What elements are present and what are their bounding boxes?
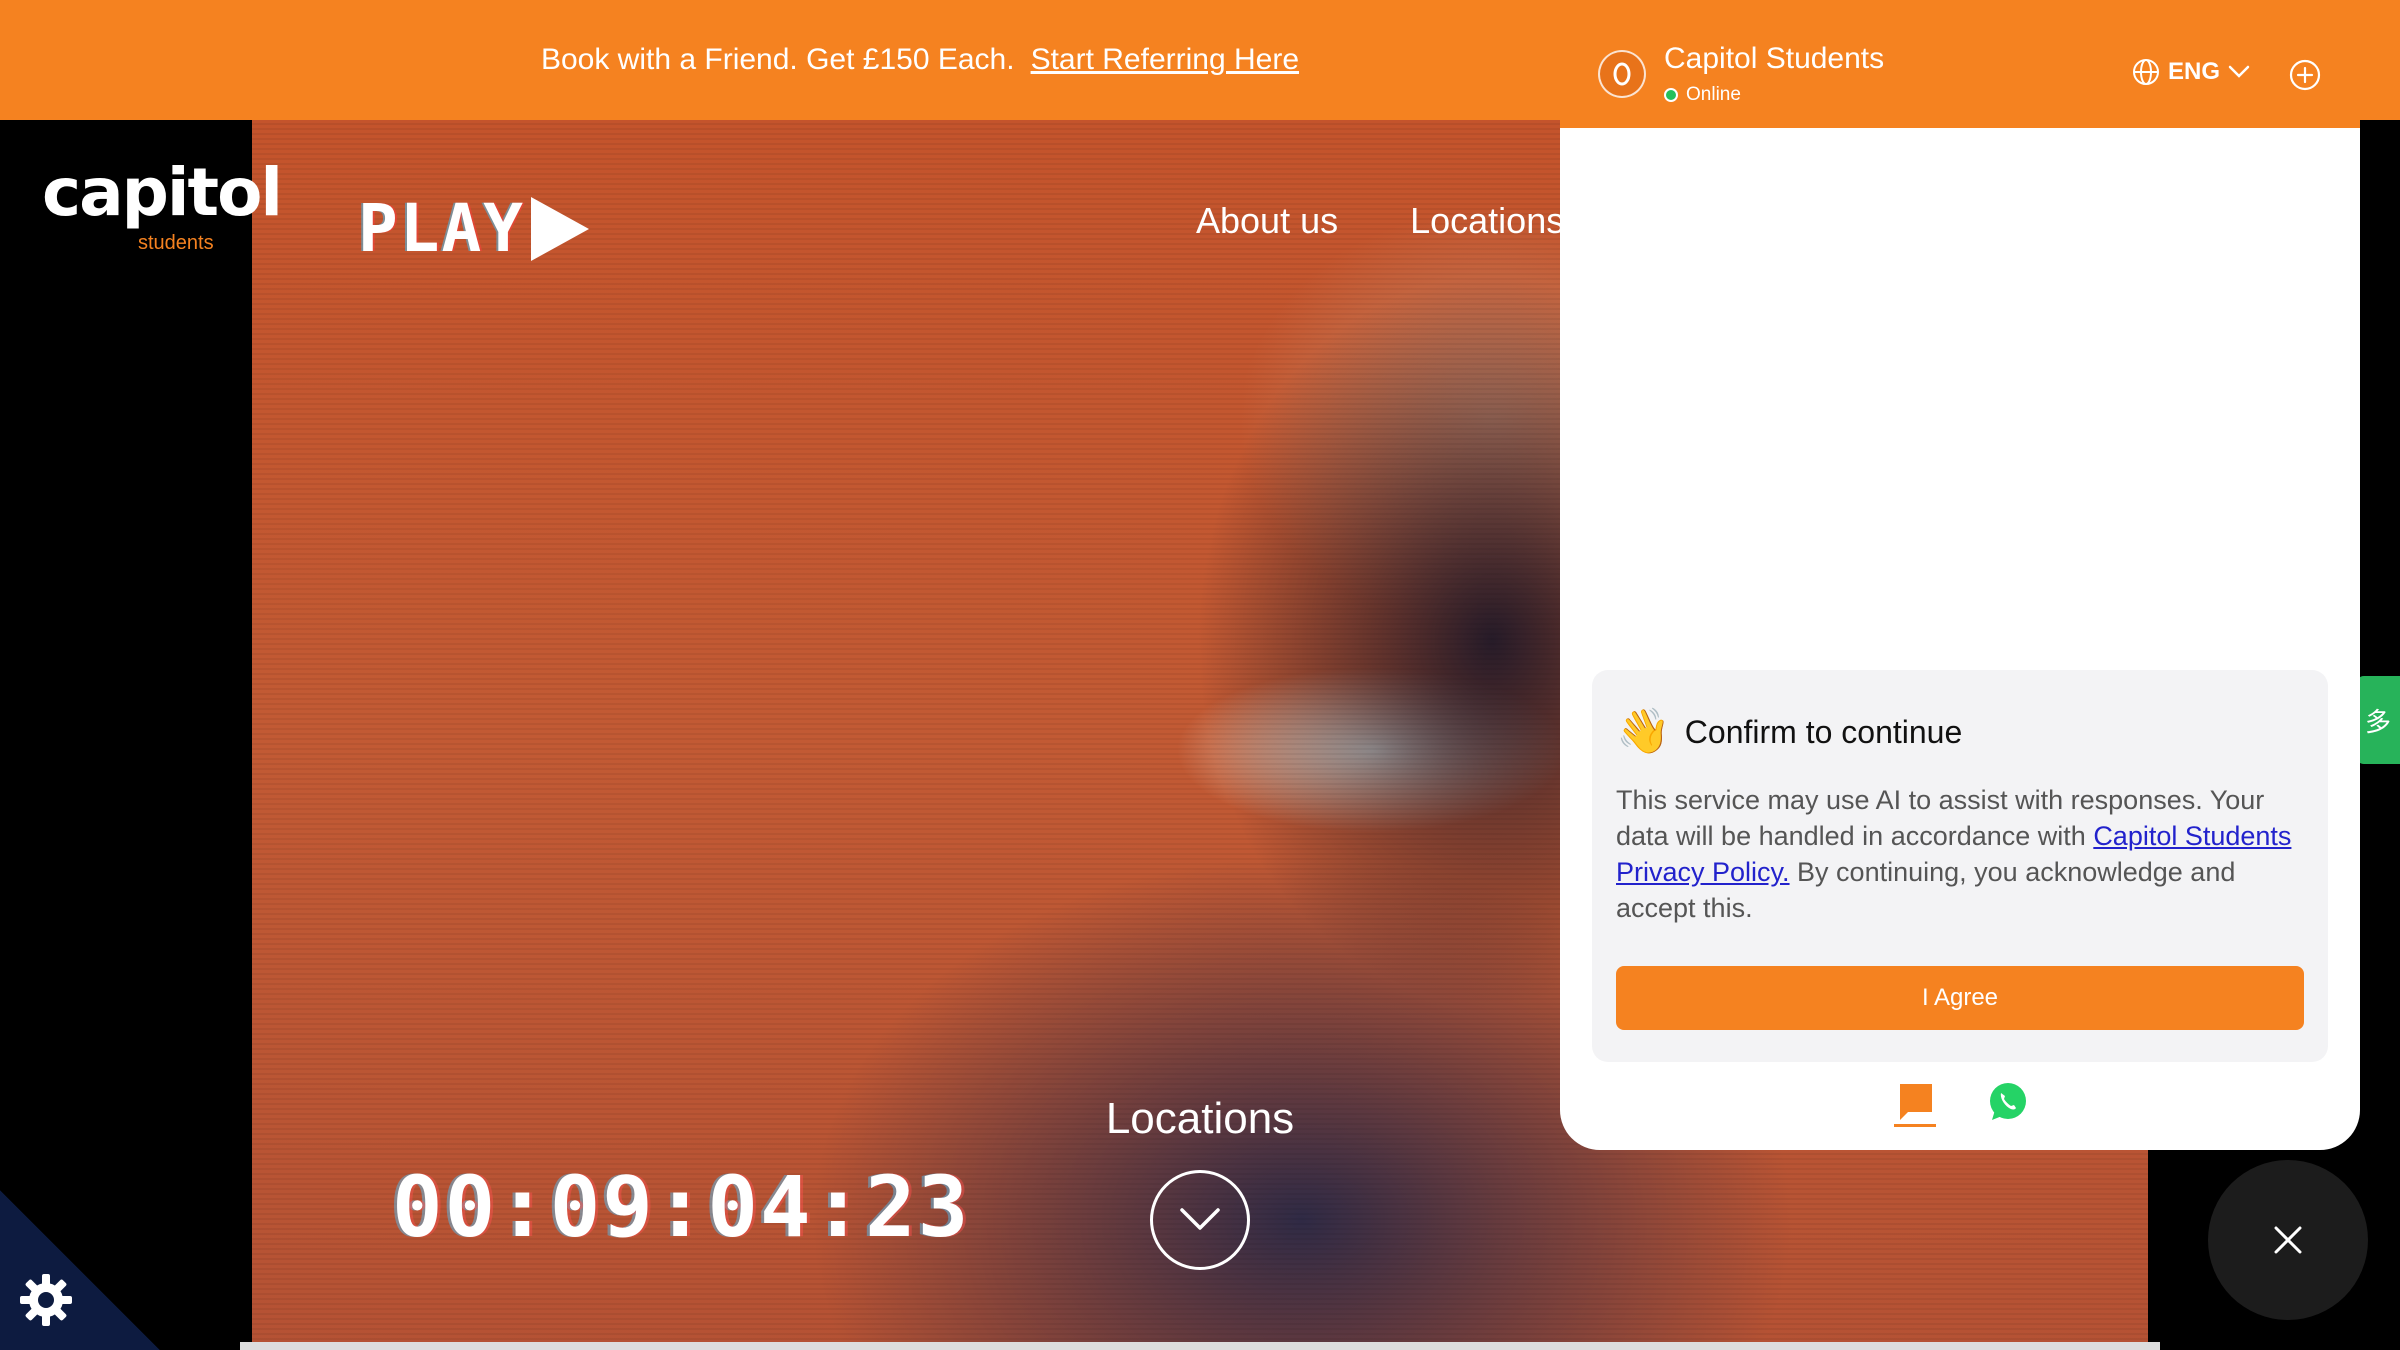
- locations-cta-label: Locations: [1105, 1094, 1295, 1143]
- whatsapp-icon[interactable]: [1986, 1080, 2030, 1124]
- chat-status-label: Online: [1686, 84, 1741, 105]
- video-progress-track: [240, 1342, 2160, 1350]
- logo-subtext: students: [138, 232, 214, 254]
- chat-title: Capitol Students: [1664, 42, 1885, 75]
- chat-close-button[interactable]: [2208, 1160, 2368, 1320]
- gear-icon[interactable]: c: [18, 1272, 74, 1328]
- plus-circle-icon[interactable]: [2288, 58, 2322, 92]
- active-tab-indicator: [1894, 1124, 1936, 1127]
- wave-hand-icon: 👋: [1616, 707, 1671, 756]
- chat-header: Capitol Students Online ENG: [1560, 0, 2360, 128]
- online-status-dot: [1664, 88, 1678, 102]
- brand-ring-icon: [1613, 62, 1631, 86]
- chat-bubble-icon[interactable]: [1894, 1080, 1938, 1130]
- consent-title: Confirm to continue: [1684, 713, 1963, 750]
- play-icon: [530, 196, 589, 261]
- main-nav: About us Locations: [1196, 200, 1564, 242]
- consent-heading: 👋 Confirm to continue: [1616, 710, 1962, 754]
- i-agree-button[interactable]: I Agree: [1616, 966, 2304, 1030]
- language-selector[interactable]: ENG: [2132, 58, 2250, 86]
- language-label: ENG: [2168, 58, 2221, 85]
- consent-body: This service may use AI to assist with r…: [1616, 782, 2306, 926]
- logo-wordmark: capitol: [42, 154, 283, 231]
- chat-status: Online: [1664, 84, 1741, 106]
- chat-widget: Capitol Students Online ENG 👋 Confirm to…: [1560, 0, 2360, 1150]
- play-wordmark: PLAY: [358, 190, 525, 267]
- globe-icon: [2133, 59, 2159, 85]
- side-tab-label: 多: [2364, 706, 2391, 737]
- svg-text:c: c: [42, 1293, 51, 1310]
- video-timecode: 00:09:04:23: [392, 1158, 971, 1256]
- side-language-tab[interactable]: 多: [2356, 676, 2400, 764]
- consent-card: 👋 Confirm to continue This service may u…: [1592, 670, 2328, 1062]
- chevron-down-icon: [2228, 65, 2250, 78]
- chevron-down-icon: [1180, 1208, 1220, 1230]
- nav-item-locations[interactable]: Locations: [1410, 200, 1564, 242]
- capitol-students-logo[interactable]: capitol students: [42, 154, 283, 260]
- chat-avatar: [1598, 50, 1646, 98]
- scroll-down-button[interactable]: [1150, 1170, 1250, 1270]
- nav-item-about-us[interactable]: About us: [1196, 200, 1338, 242]
- promo-text: Book with a Friend. Get £150 Each.: [540, 43, 1015, 76]
- play-logo: PLAY: [358, 190, 589, 267]
- close-icon: [2274, 1226, 2302, 1254]
- referral-link[interactable]: Start Referring Here: [1031, 43, 1299, 77]
